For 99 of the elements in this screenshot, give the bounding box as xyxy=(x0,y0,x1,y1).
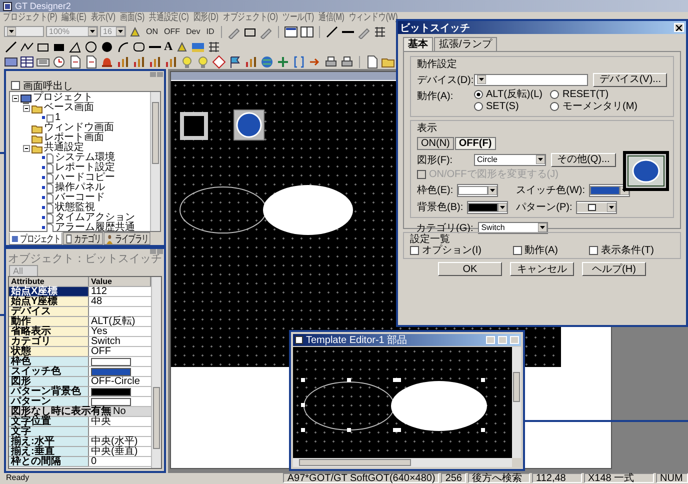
toolbar-button[interactable]: OFF xyxy=(162,26,182,38)
status-text: 112,48 xyxy=(532,473,582,483)
group-title: 表示 xyxy=(417,123,438,134)
toolbar-button[interactable]: ON xyxy=(144,26,160,38)
status-text: NUM xyxy=(656,473,688,483)
property-name[interactable]: 文字位置 xyxy=(9,417,89,427)
toolbar-button[interactable]: Dev xyxy=(184,26,202,38)
shape-dropdown[interactable]: Circle xyxy=(474,154,546,166)
menu-item[interactable]: 図形(D) xyxy=(193,12,218,24)
menu-item[interactable]: 編集(E) xyxy=(62,12,86,24)
property-value[interactable]: 112 xyxy=(89,287,151,297)
field-label: 動作(A): xyxy=(417,90,454,103)
panel-tab[interactable]: カテゴリ xyxy=(63,232,103,245)
radio-button[interactable]: ALT(反転)(L) xyxy=(474,89,542,100)
status-text: A97*GOT/GT SoftGOT(640×480) xyxy=(283,473,440,483)
dialog-button[interactable]: ヘルプ(H) xyxy=(582,262,646,276)
menu-item[interactable]: 画面(S) xyxy=(120,12,145,24)
state-tab[interactable]: OFF(F) xyxy=(454,137,496,150)
property-name[interactable]: 揃え:垂直 xyxy=(9,447,89,457)
tab[interactable]: 拡張/ランプ xyxy=(434,37,497,51)
tree-item[interactable]: 状態監視 xyxy=(55,203,95,213)
status-text: X148 一式 xyxy=(584,473,654,483)
property-name[interactable]: 文字 xyxy=(9,427,89,437)
group-title: 動作設定 xyxy=(417,59,458,70)
checkbox[interactable]: 表示条件(T) xyxy=(589,245,654,256)
checkbox[interactable]: 画面呼出し xyxy=(6,80,73,91)
property-name[interactable]: 枠との間隔 xyxy=(9,457,89,467)
tree-item[interactable]: バーコード xyxy=(55,193,105,203)
tree-item[interactable]: アラーム履歴共通 xyxy=(55,223,135,233)
field-label: スイッチ色(W): xyxy=(516,184,585,197)
property-value[interactable]: No xyxy=(111,407,151,417)
dialog-button[interactable]: OK xyxy=(438,262,502,276)
toolbar-button[interactable]: ID xyxy=(204,26,216,38)
menu-item[interactable]: ツール(T) xyxy=(282,12,314,24)
property-value[interactable]: OFF-Circle xyxy=(89,377,151,387)
menu-item[interactable]: 表示(V) xyxy=(90,12,116,24)
tree-item[interactable]: レポート画面 xyxy=(44,133,104,143)
property-value[interactable]: 48 xyxy=(89,297,151,307)
property-name[interactable]: 始点Y座標 xyxy=(9,297,89,307)
tree-item[interactable]: システム環境 xyxy=(55,153,115,163)
column-header: Value xyxy=(89,277,151,287)
category-dropdown[interactable]: Switch xyxy=(478,222,548,234)
property-name[interactable]: パターン xyxy=(9,397,89,407)
tree-item[interactable]: プロジェクト xyxy=(33,93,93,103)
property-name[interactable]: 枠色 xyxy=(9,357,89,367)
property-value[interactable]: 中央 xyxy=(89,417,151,427)
group-title: 設定一覧 xyxy=(410,234,450,245)
tree-item[interactable]: ウィンドウ画面 xyxy=(44,123,114,133)
panel-tab[interactable]: ライブラリ xyxy=(104,232,150,245)
property-name[interactable]: 図形なし時に表示有無 xyxy=(9,407,111,417)
property-name[interactable]: 省略表示 xyxy=(9,327,89,337)
property-value[interactable]: Yes xyxy=(89,327,151,337)
state-tab[interactable]: ON(N) xyxy=(417,137,454,150)
property-name[interactable]: 図形 xyxy=(9,377,89,387)
dialog-button[interactable]: キャンセル xyxy=(510,262,574,276)
radio-button[interactable]: RESET(T) xyxy=(550,89,638,100)
status-text: Ready xyxy=(5,473,30,483)
property-name[interactable]: 始点X座標 xyxy=(9,287,89,297)
property-name[interactable]: 状態 xyxy=(9,347,89,357)
radio-button[interactable]: モーメンタリ(M) xyxy=(550,101,638,112)
property-name[interactable]: 動作 xyxy=(9,317,89,327)
tree-item[interactable]: 操作パネル xyxy=(55,183,105,193)
property-value[interactable]: Switch xyxy=(89,337,151,347)
radio-button[interactable]: SET(S) xyxy=(474,101,542,112)
window-title: GT Designer2 xyxy=(15,0,71,12)
other-button[interactable]: その他(Q)... xyxy=(551,152,616,166)
device-button[interactable]: デバイス(V)... xyxy=(593,72,667,86)
property-name[interactable]: 揃え:水平 xyxy=(9,437,89,447)
text-tool-button[interactable]: A xyxy=(164,40,173,53)
property-name[interactable]: デバイス xyxy=(9,307,89,317)
property-name[interactable]: スイッチ色 xyxy=(9,367,89,377)
property-value[interactable]: OFF xyxy=(89,347,151,357)
tab[interactable]: 基本 xyxy=(403,37,433,51)
tree-item[interactable]: ハードコピー xyxy=(55,173,115,183)
property-value[interactable]: 中央(水平) xyxy=(89,437,151,447)
field-label: カテゴリ(G): xyxy=(416,222,474,234)
tree-item[interactable]: 共通設定 xyxy=(44,143,84,153)
status-text: 256 xyxy=(441,473,466,483)
field-label: 枠色(E): xyxy=(417,184,454,197)
field-label: 図形(F): xyxy=(417,154,454,166)
tree-item[interactable]: レポート設定 xyxy=(55,163,115,173)
menu-item[interactable]: 通信(M) xyxy=(318,12,344,24)
property-value[interactable]: 中央(垂直) xyxy=(89,447,151,457)
field-label: パターン(P): xyxy=(516,201,572,214)
field-label: 背景色(B): xyxy=(417,200,464,214)
window-title: Template Editor-1 部品 xyxy=(306,334,408,347)
tree-item[interactable]: ベース画面 xyxy=(44,103,94,113)
property-name[interactable]: パターン背景色 xyxy=(9,387,89,397)
panel-title: オブジェクト：ビットスイッチ xyxy=(7,254,163,265)
tree-item[interactable]: タイムアクション xyxy=(55,213,135,223)
checkbox[interactable]: 動作(A) xyxy=(512,245,558,256)
checkbox[interactable]: オプション(I) xyxy=(410,245,482,256)
property-value[interactable]: ALT(反転) xyxy=(89,317,151,327)
tree-item[interactable]: 1 xyxy=(55,113,61,123)
menu-item[interactable]: オブジェクト(O) xyxy=(222,12,278,24)
column-header: Attribute xyxy=(9,277,89,287)
property-name[interactable]: カテゴリ xyxy=(9,337,89,347)
dialog-title: ビットスイッチ xyxy=(400,22,470,34)
property-value[interactable]: 0 xyxy=(89,457,151,467)
